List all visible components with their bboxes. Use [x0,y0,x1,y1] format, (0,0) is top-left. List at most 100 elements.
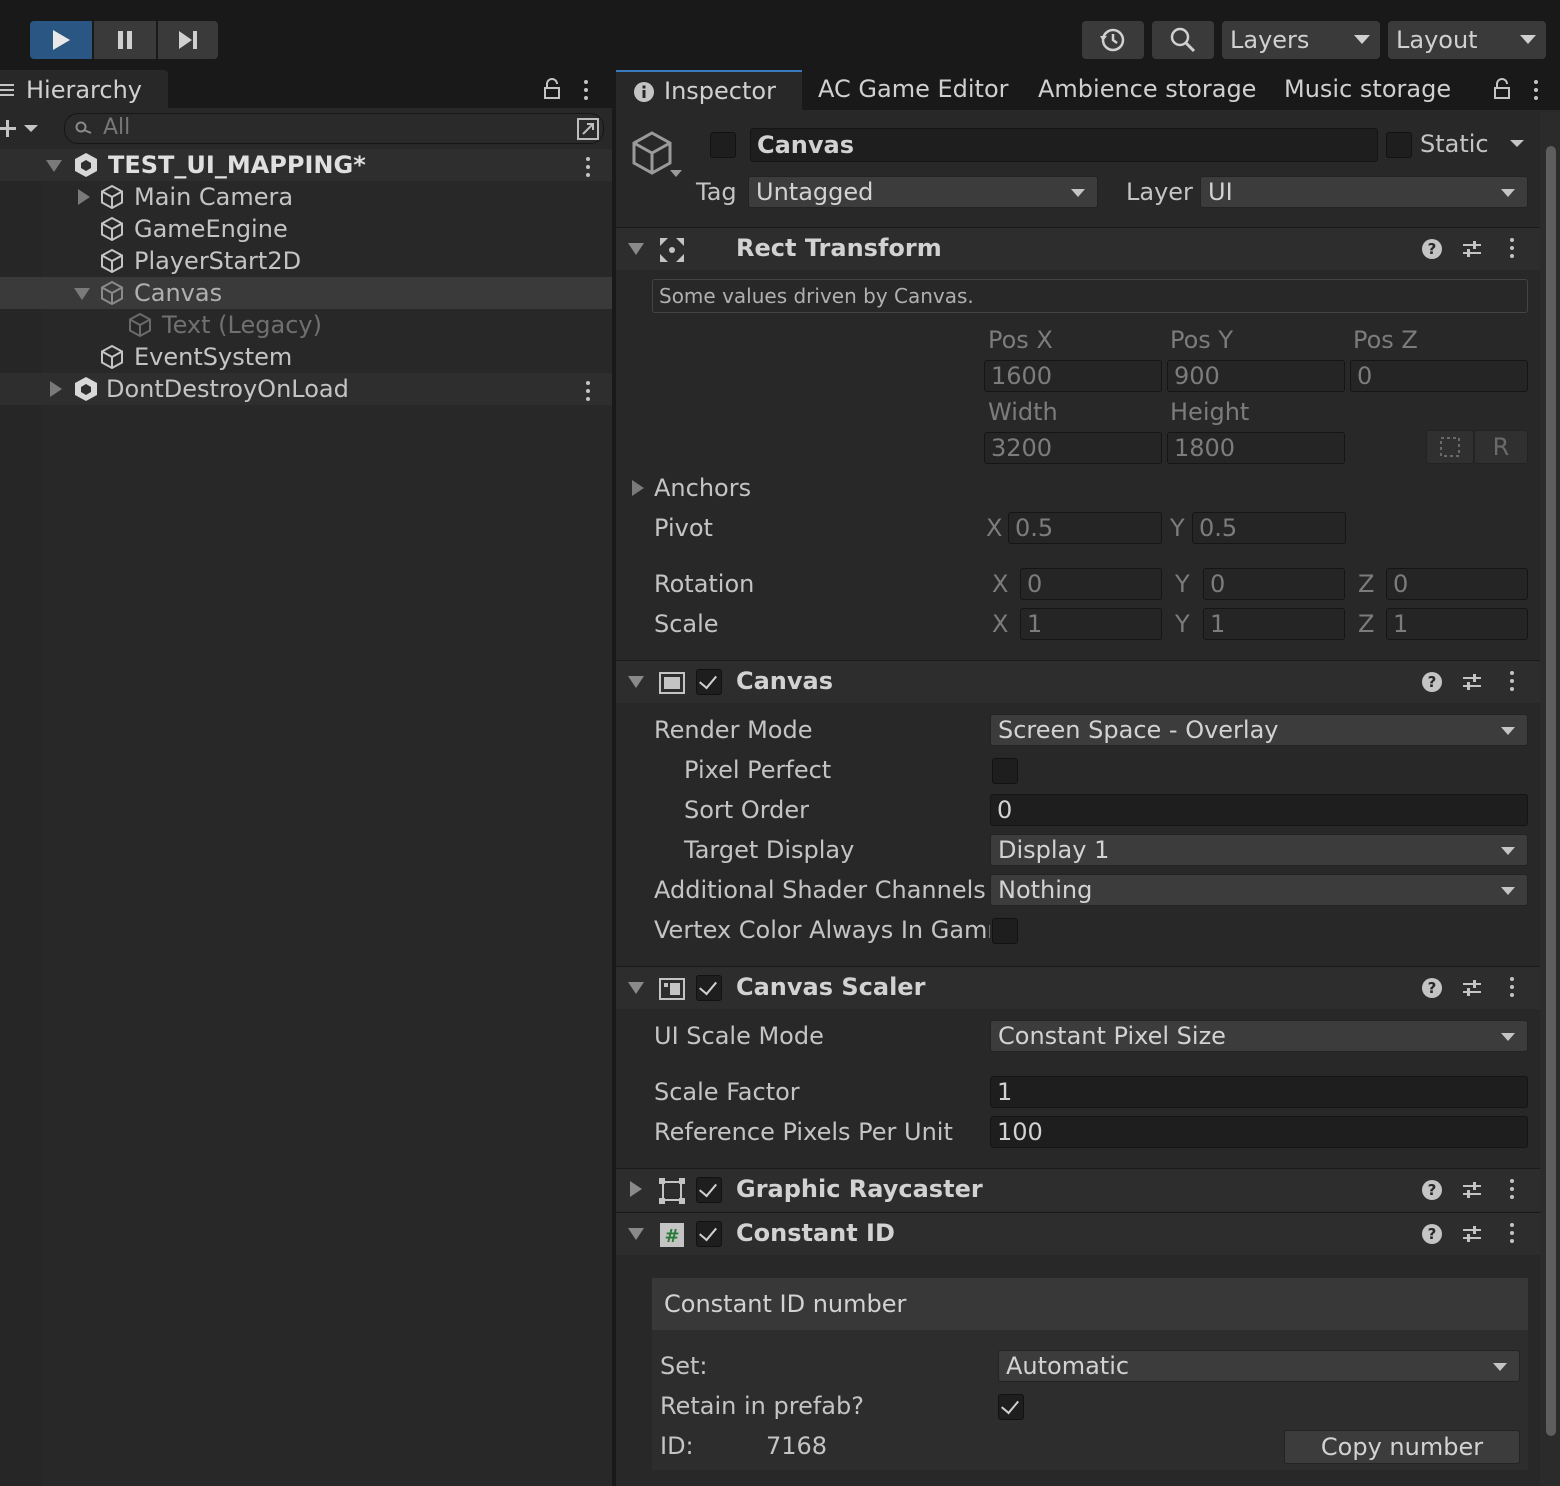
height-field[interactable]: 1800 [1167,432,1345,464]
canvas-scaler-enabled-toggle[interactable] [696,975,722,1001]
expanded-arrow-icon[interactable] [74,288,90,300]
active-toggle[interactable] [710,132,736,158]
tab-ambience-storage[interactable]: Ambience storage [1038,75,1256,103]
expanded-arrow-icon[interactable] [628,243,644,255]
pixel-perfect-checkbox[interactable] [992,758,1018,784]
tab-hierarchy[interactable]: Hierarchy [0,70,168,110]
hierarchy-item-gameengine[interactable]: GameEngine [0,213,612,245]
static-toggle[interactable] [1386,132,1412,158]
tab-inspector[interactable]: Inspector [616,70,802,112]
tab-music-storage[interactable]: Music storage [1284,75,1451,103]
graphic-raycaster-enabled-toggle[interactable] [696,1177,722,1203]
rotation-x-field[interactable]: 0 [1020,568,1162,600]
inspector-scrollbar[interactable] [1540,112,1560,1486]
expanded-arrow-icon[interactable] [46,160,62,172]
collapsed-arrow-icon[interactable] [632,480,644,496]
pivot-y-field[interactable]: 0.5 [1192,512,1346,544]
component-menu-icon[interactable] [1510,1179,1514,1203]
inspector-menu-icon[interactable] [1534,80,1538,104]
constant-id-header[interactable]: # Constant ID ? [616,1212,1540,1255]
hierarchy-dontdestroyonload-row[interactable]: DontDestroyOnLoad [0,373,612,405]
blueprint-mode-button[interactable] [1426,430,1474,464]
help-icon[interactable]: ? [1422,978,1442,998]
sort-order-field[interactable]: 0 [990,794,1528,826]
history-button[interactable] [1082,21,1144,59]
render-mode-dropdown[interactable]: Screen Space - Overlay [990,714,1528,746]
gameobject-large-icon[interactable] [630,130,684,184]
scrollbar-thumb[interactable] [1546,146,1556,1436]
hierarchy-item-playerstart2d[interactable]: PlayerStart2D [0,245,612,277]
layer-dropdown[interactable]: UI [1200,176,1528,208]
hierarchy-search-input[interactable]: All [64,113,604,144]
scale-x-field[interactable]: 1 [1020,608,1162,640]
graphic-raycaster-header[interactable]: Graphic Raycaster ? [616,1168,1540,1211]
component-menu-icon[interactable] [1510,1223,1514,1247]
vertex-color-checkbox[interactable] [992,918,1018,944]
play-button[interactable] [30,21,92,59]
tag-dropdown[interactable]: Untagged [748,176,1098,208]
add-icon[interactable] [0,118,40,138]
layers-dropdown[interactable]: Layers [1222,21,1380,59]
collapsed-arrow-icon[interactable] [630,1181,642,1197]
static-dropdown-icon[interactable] [1508,138,1526,150]
scene-menu-icon[interactable] [586,157,590,181]
scene-menu-icon[interactable] [586,381,590,405]
lock-icon[interactable] [1492,78,1512,100]
tab-ac-game-editor[interactable]: AC Game Editor [818,75,1009,103]
hierarchy-item-main-camera[interactable]: Main Camera [0,181,612,213]
step-button[interactable] [158,21,218,59]
target-display-dropdown[interactable]: Display 1 [990,834,1528,866]
expanded-arrow-icon[interactable] [628,1228,644,1240]
panel-splitter[interactable] [612,70,616,1486]
layout-dropdown[interactable]: Layout [1388,21,1546,59]
search-button[interactable] [1152,21,1214,59]
shader-channels-dropdown[interactable]: Nothing [990,874,1528,906]
copy-number-button[interactable]: Copy number [1284,1430,1520,1464]
pause-button[interactable] [94,21,156,59]
scene-view-icon[interactable] [575,116,601,142]
retain-checkbox[interactable] [998,1394,1024,1420]
pivot-x-field[interactable]: 0.5 [1008,512,1162,544]
set-dropdown[interactable]: Automatic [998,1350,1520,1382]
raw-edit-button[interactable]: R [1474,430,1528,464]
scale-z-field[interactable]: 1 [1386,608,1528,640]
rotation-z-field[interactable]: 0 [1386,568,1528,600]
canvas-enabled-toggle[interactable] [696,669,722,695]
pos-z-field[interactable]: 0 [1350,360,1528,392]
presets-icon[interactable] [1462,978,1482,998]
help-icon[interactable]: ? [1422,239,1442,259]
component-menu-icon[interactable] [1510,977,1514,1001]
help-icon[interactable]: ? [1422,1224,1442,1244]
component-menu-icon[interactable] [1510,671,1514,695]
presets-icon[interactable] [1462,239,1482,259]
canvas-component-header[interactable]: Canvas ? [616,660,1540,703]
component-menu-icon[interactable] [1510,238,1514,262]
hierarchy-item-eventsystem[interactable]: EventSystem [0,341,612,373]
constant-id-enabled-toggle[interactable] [696,1221,722,1247]
collapsed-arrow-icon[interactable] [50,381,62,397]
object-name-input[interactable]: Canvas [750,128,1378,162]
ui-scale-mode-dropdown[interactable]: Constant Pixel Size [990,1020,1528,1052]
hierarchy-item-canvas[interactable]: Canvas [0,277,612,309]
lock-icon[interactable] [542,78,562,100]
scale-y-field[interactable]: 1 [1203,608,1345,640]
presets-icon[interactable] [1462,1180,1482,1200]
expanded-arrow-icon[interactable] [628,982,644,994]
expanded-arrow-icon[interactable] [628,676,644,688]
presets-icon[interactable] [1462,1224,1482,1244]
anchors-label[interactable]: Anchors [654,474,751,502]
rotation-y-field[interactable]: 0 [1203,568,1345,600]
pos-y-field[interactable]: 900 [1167,360,1345,392]
help-icon[interactable]: ? [1422,672,1442,692]
hierarchy-item-text-legacy[interactable]: Text (Legacy) [0,309,612,341]
help-icon[interactable]: ? [1422,1180,1442,1200]
rect-transform-header[interactable]: Rect Transform ? [616,227,1540,270]
hierarchy-menu-icon[interactable] [584,80,588,104]
ref-ppu-field[interactable]: 100 [990,1116,1528,1148]
width-field[interactable]: 3200 [984,432,1162,464]
collapsed-arrow-icon[interactable] [78,189,90,205]
hierarchy-scene-row[interactable]: TEST_UI_MAPPING* [0,149,612,181]
pos-x-field[interactable]: 1600 [984,360,1162,392]
scale-factor-field[interactable]: 1 [990,1076,1528,1108]
canvas-scaler-header[interactable]: Canvas Scaler ? [616,966,1540,1009]
